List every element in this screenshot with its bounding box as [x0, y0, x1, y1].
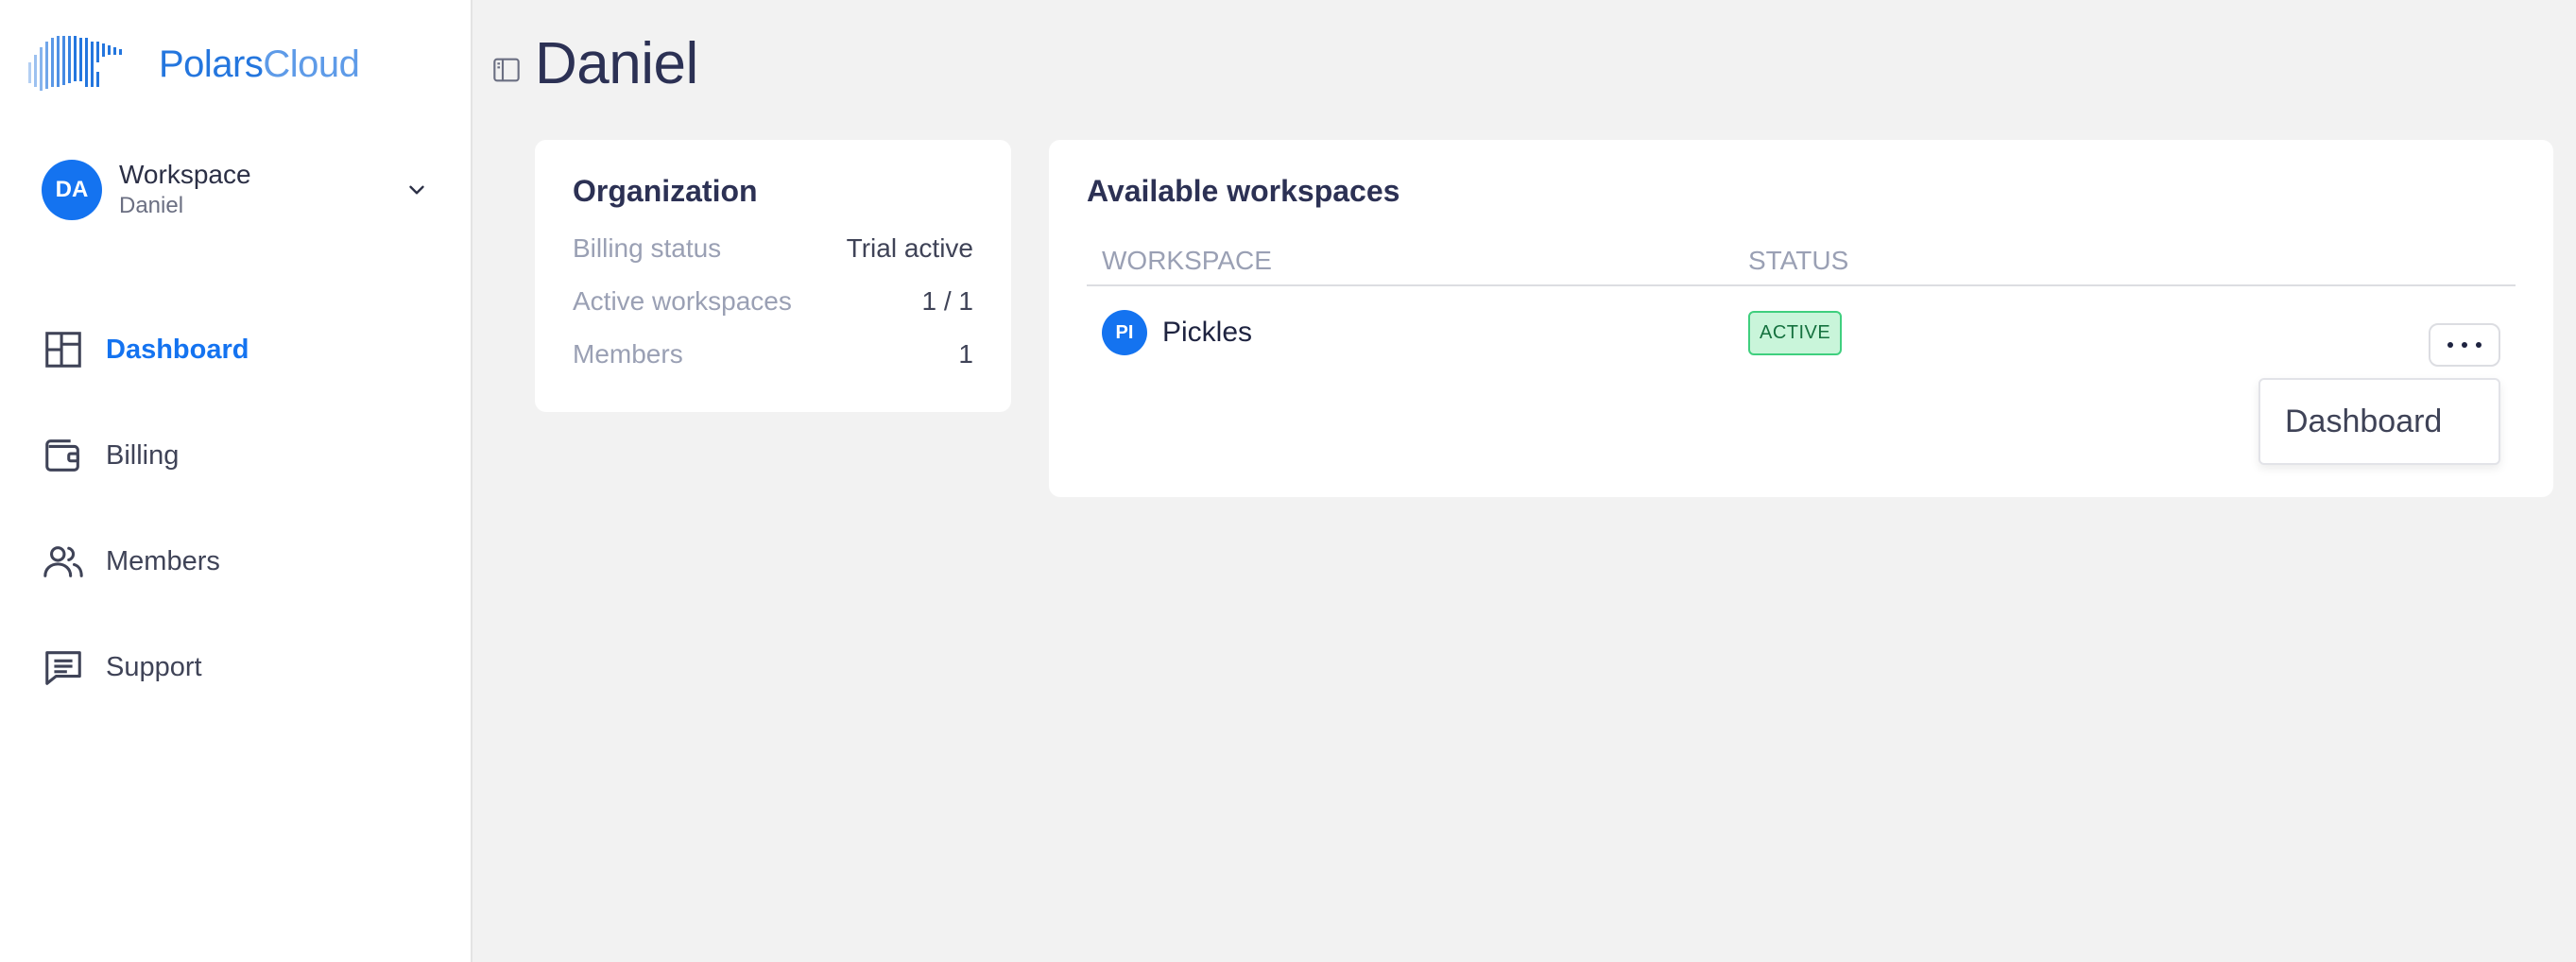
- workspace-name-link[interactable]: Pickles: [1162, 317, 1748, 349]
- column-header-status: STATUS: [1748, 246, 1849, 275]
- brand-name: PolarsCloud: [159, 43, 360, 86]
- workspace-switcher[interactable]: DA Workspace Daniel: [42, 157, 429, 223]
- avatar: PI: [1102, 310, 1147, 355]
- active-workspaces-row: Active workspaces 1 / 1: [573, 275, 973, 328]
- polars-logo-icon: [28, 36, 122, 91]
- dot: [2462, 342, 2467, 348]
- billing-status-label: Billing status: [573, 233, 722, 263]
- billing-status-value: Trial active: [846, 233, 973, 263]
- more-horizontal-icon: [2447, 342, 2482, 348]
- organization-card: Organization Billing status Trial active…: [535, 140, 1011, 412]
- status-badge: ACTIVE: [1748, 310, 1843, 355]
- members-value: 1: [958, 339, 973, 369]
- row-actions-button[interactable]: [2429, 323, 2500, 367]
- brand-name-primary: Polars: [159, 43, 264, 85]
- sidebar-item-label: Dashboard: [106, 334, 249, 365]
- sidebar: PolarsCloud DA Workspace Daniel Dashboar…: [0, 0, 472, 962]
- billing-status-row: Billing status Trial active: [573, 222, 973, 275]
- sidebar-item-support[interactable]: Support: [42, 629, 438, 705]
- row-actions-menu: Dashboard: [2258, 378, 2500, 465]
- sidebar-item-label: Support: [106, 651, 202, 682]
- sidebar-nav: Dashboard Billing Members Support: [42, 312, 438, 735]
- avatar: DA: [42, 160, 102, 220]
- menu-item-dashboard[interactable]: Dashboard: [2285, 404, 2442, 440]
- sidebar-item-billing[interactable]: Billing: [42, 418, 438, 493]
- workspace-switcher-text: Workspace Daniel: [119, 159, 251, 221]
- page-title: Daniel: [535, 31, 698, 96]
- brand-logo[interactable]: PolarsCloud: [26, 34, 360, 94]
- chevron-down-icon[interactable]: [404, 178, 429, 202]
- table-row[interactable]: PI Pickles ACTIVE: [1087, 286, 2516, 379]
- sidebar-item-members[interactable]: Members: [42, 524, 438, 599]
- sidebar-item-dashboard[interactable]: Dashboard: [42, 312, 438, 387]
- sidebar-item-label: Members: [106, 545, 220, 576]
- brand-name-suffix: Cloud: [263, 43, 360, 85]
- organization-title: Organization: [573, 174, 758, 208]
- sidebar-toggle-icon[interactable]: [491, 55, 522, 85]
- members-row: Members 1: [573, 328, 973, 381]
- members-icon: [43, 546, 83, 577]
- dashboard-icon: [45, 332, 81, 368]
- active-workspaces-label: Active workspaces: [573, 286, 792, 316]
- members-label: Members: [573, 339, 683, 369]
- organization-details: Billing status Trial active Active works…: [573, 222, 973, 381]
- workspaces-title: Available workspaces: [1087, 174, 1400, 208]
- active-workspaces-value: 1 / 1: [921, 286, 973, 316]
- workspace-name: Daniel: [119, 193, 184, 218]
- sidebar-item-label: Billing: [106, 439, 180, 471]
- dot: [2476, 342, 2482, 348]
- chat-icon: [45, 651, 81, 685]
- workspaces-table-header: WORKSPACE STATUS: [1087, 237, 2516, 286]
- workspace-label: Workspace: [119, 160, 251, 189]
- dot: [2447, 342, 2453, 348]
- wallet-icon: [45, 439, 79, 472]
- column-header-workspace: WORKSPACE: [1102, 246, 1272, 275]
